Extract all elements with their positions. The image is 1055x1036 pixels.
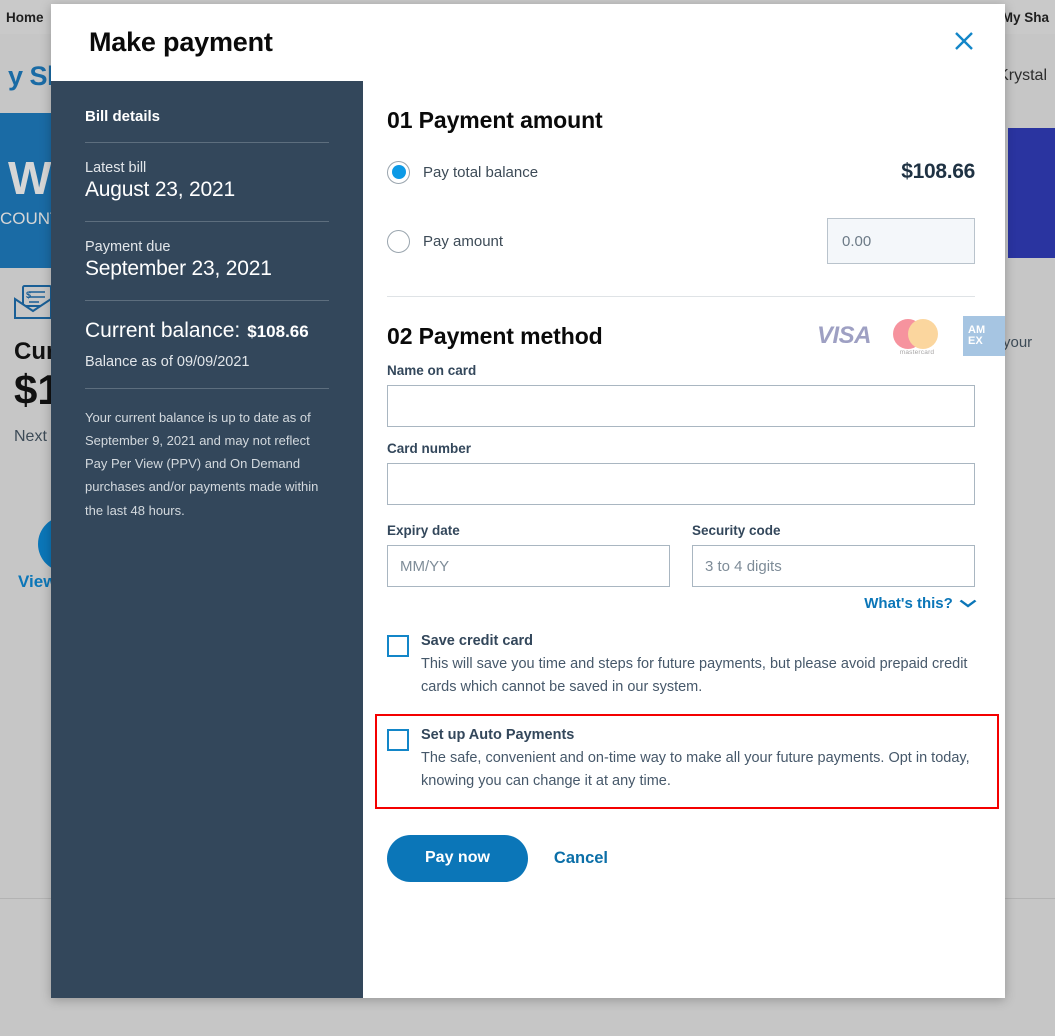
svg-text:$: $ (26, 290, 31, 300)
balance-card-title: Cur (14, 338, 55, 365)
security-code-label: Security code (692, 523, 781, 538)
pay-total-balance-label: Pay total balance (423, 163, 539, 181)
whats-this-toggle[interactable]: What's this? (387, 587, 977, 612)
card-number-field: Card number (387, 441, 975, 505)
checkbox-set-up-auto-payments[interactable] (387, 728, 409, 751)
chevron-down-icon (959, 596, 977, 611)
bill-details-sidebar: Bill details Latest bill August 23, 2021… (51, 81, 363, 998)
current-balance-row: Current balance: $108.66 (85, 301, 329, 343)
accepted-cards: VISA mastercard AM EX (817, 316, 1005, 356)
current-balance-amount: $108.66 (247, 322, 309, 341)
card-number-label: Card number (387, 441, 472, 456)
pay-total-balance-amount-wrap: $108.66 (901, 160, 975, 184)
balance-card-amount: $1 (14, 366, 55, 413)
auto-payments-option[interactable]: Set up Auto Payments The safe, convenien… (375, 713, 999, 809)
visa-logo: VISA (816, 322, 872, 349)
close-icon (953, 30, 975, 55)
mastercard-wordmark: mastercard (899, 349, 935, 356)
expiry-security-row: Expiry date Security code (387, 523, 975, 587)
payment-method-heading: 02 Payment method (387, 322, 603, 349)
name-on-card-field: Name on card (387, 363, 975, 427)
auto-payments-text: Set up Auto Payments The safe, convenien… (421, 727, 991, 794)
nav-item-my-shaw[interactable]: My Sha (1002, 10, 1049, 25)
security-code-input[interactable] (692, 545, 975, 587)
payment-due-block: Payment due September 23, 2021 (85, 222, 329, 300)
background-right-paragraph: your (1003, 334, 1033, 351)
balance-summary-card: $ Cur $1 Next (0, 285, 55, 446)
save-credit-card-text: Save credit card This will save you time… (421, 633, 975, 700)
mastercard-logo: mastercard (893, 319, 941, 356)
latest-bill-label: Latest bill (85, 160, 147, 176)
payment-due-label: Payment due (85, 239, 171, 255)
balance-as-of-text: Balance as of 09/09/2021 (85, 354, 250, 370)
dialog-body: Bill details Latest bill August 23, 2021… (51, 81, 1005, 998)
welcome-banner-headline: WEL (8, 152, 52, 204)
payment-method-header: 02 Payment method VISA mastercard AM EX (387, 297, 1005, 356)
account-user-name: Krystal (998, 67, 1047, 84)
radio-pay-total-balance[interactable] (387, 160, 410, 184)
security-code-field: Security code (692, 523, 975, 587)
pay-amount-label: Pay amount (423, 232, 504, 250)
latest-bill-block: Latest bill August 23, 2021 (85, 143, 329, 221)
card-number-input[interactable] (387, 463, 975, 505)
balance-disclaimer-note: Your current balance is up to date as of… (85, 410, 319, 518)
expiry-date-label: Expiry date (387, 523, 460, 538)
radio-selected-dot (391, 165, 406, 179)
expiry-date-field: Expiry date (387, 523, 670, 587)
name-on-card-input[interactable] (387, 385, 975, 427)
promo-banner-right (1008, 128, 1055, 258)
welcome-banner-subline: COUNT (0, 209, 52, 228)
expiry-date-input[interactable] (387, 545, 670, 587)
pay-amount-input[interactable] (827, 218, 975, 264)
welcome-banner: WEL COUNT (0, 113, 52, 268)
cancel-button[interactable]: Cancel (554, 849, 608, 868)
save-credit-card-description: This will save you time and steps for fu… (421, 656, 968, 696)
name-on-card-label: Name on card (387, 363, 477, 378)
checkbox-save-credit-card[interactable] (387, 635, 409, 657)
balance-card-next-label: Next (14, 428, 47, 446)
dialog-title: Make payment (89, 27, 273, 57)
pay-now-button[interactable]: Pay now (387, 834, 528, 882)
pay-amount-input-wrap (827, 218, 975, 264)
save-credit-card-title: Save credit card (421, 633, 534, 649)
payment-amount-heading: 01 Payment amount (387, 107, 603, 133)
pay-custom-amount-row[interactable]: Pay amount (387, 218, 975, 264)
payment-amount-options: Pay total balance $108.66 Pay amount (387, 134, 975, 264)
latest-bill-value: August 23, 2021 (85, 178, 235, 201)
pay-total-balance-row[interactable]: Pay total balance $108.66 (387, 154, 975, 190)
mastercard-right-circle (908, 319, 938, 349)
radio-pay-amount[interactable] (387, 229, 410, 253)
dialog-actions: Pay now Cancel (387, 809, 975, 882)
make-payment-dialog: Make payment Bill details Latest bill Au… (51, 4, 1005, 998)
bill-details-heading: Bill details (85, 108, 161, 125)
pay-total-balance-amount: $108.66 (901, 160, 975, 183)
close-dialog-button[interactable] (947, 26, 981, 60)
amex-line-2: EX (968, 335, 983, 347)
auto-payments-description: The safe, convenient and on-time way to … (421, 749, 970, 790)
save-credit-card-option[interactable]: Save credit card This will save you time… (387, 626, 975, 709)
payment-form-panel: 01 Payment amount Pay total balance $108… (363, 81, 1005, 998)
payment-due-value: September 23, 2021 (85, 257, 272, 280)
dialog-header: Make payment (51, 4, 1005, 81)
payment-options-list: Save credit card This will save you time… (375, 626, 999, 809)
auto-payments-title: Set up Auto Payments (421, 726, 575, 743)
nav-item-home[interactable]: Home (6, 10, 44, 25)
amex-logo: AM EX (963, 316, 1005, 356)
whats-this-label: What's this? (864, 595, 953, 612)
current-balance-label: Current balance: (85, 319, 241, 342)
bill-envelope-icon: $ (14, 285, 55, 326)
